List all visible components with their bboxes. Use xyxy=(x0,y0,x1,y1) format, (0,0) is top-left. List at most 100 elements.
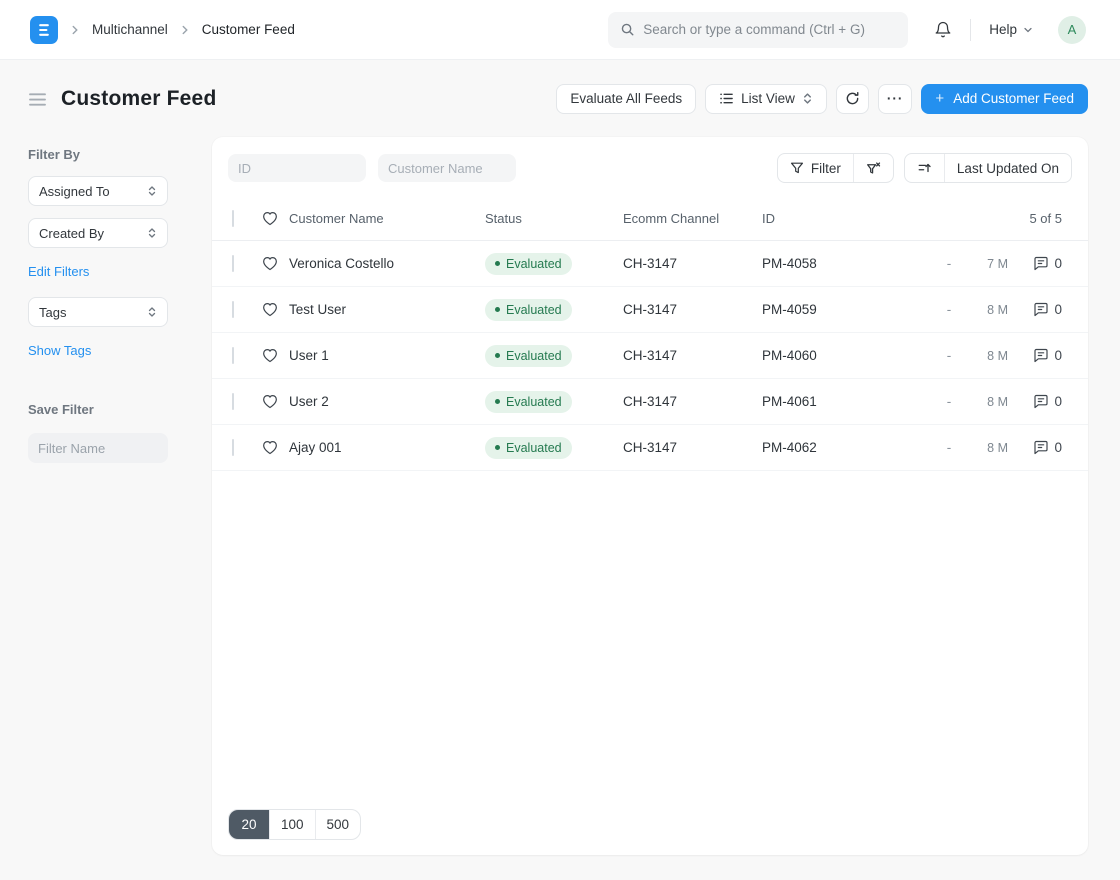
cell-customer-name[interactable]: Test User xyxy=(289,302,485,317)
row-checkbox[interactable] xyxy=(232,347,234,364)
funnel-icon xyxy=(790,162,803,174)
cell-customer-name[interactable]: User 2 xyxy=(289,394,485,409)
app-logo[interactable] xyxy=(30,15,58,44)
funnel-x-icon xyxy=(866,161,881,174)
assigned-to-select[interactable]: Assigned To xyxy=(28,176,168,206)
evaluate-all-feeds-button[interactable]: Evaluate All Feeds xyxy=(556,83,697,114)
cell-customer-name[interactable]: Ajay 001 xyxy=(289,440,485,455)
status-dot-icon xyxy=(495,261,500,266)
status-badge-label: Evaluated xyxy=(506,302,562,317)
row-checkbox[interactable] xyxy=(232,255,234,272)
cell-comments: 0 xyxy=(1030,440,1062,455)
notifications-bell-icon[interactable] xyxy=(934,21,952,39)
table-row[interactable]: Test User Evaluated CH-3147 PM-4059 - 8 … xyxy=(212,287,1088,333)
cell-id: PM-4062 xyxy=(762,440,817,455)
sort-field-button[interactable]: Last Updated On xyxy=(943,154,1071,182)
cell-id: PM-4060 xyxy=(762,348,817,363)
filter-name-input[interactable] xyxy=(28,433,168,463)
column-header-customer-name[interactable]: Customer Name xyxy=(289,211,485,226)
comment-icon xyxy=(1034,394,1049,409)
row-checkbox[interactable] xyxy=(232,393,234,410)
list-empty-space xyxy=(212,471,1088,809)
cell-customer-name[interactable]: Veronica Costello xyxy=(289,256,485,271)
table-row[interactable]: Ajay 001 Evaluated CH-3147 PM-4062 - 8 M… xyxy=(212,425,1088,471)
filter-by-label: Filter By xyxy=(28,147,81,162)
cell-ecomm-channel: CH-3147 xyxy=(623,256,678,271)
tags-label: Tags xyxy=(39,304,67,320)
sort-direction-button[interactable] xyxy=(905,154,944,182)
page-size-100[interactable]: 100 xyxy=(269,810,315,839)
status-dot-icon xyxy=(495,399,500,404)
global-search[interactable] xyxy=(608,11,909,48)
created-by-label: Created By xyxy=(39,225,105,241)
page-size-group: 20 100 500 xyxy=(228,809,362,840)
ellipsis-icon: ··· xyxy=(886,91,904,106)
cell-last-modified: 7 M xyxy=(987,256,1008,271)
sidebar-toggle-icon[interactable] xyxy=(28,90,47,107)
status-dot-icon xyxy=(495,307,500,312)
cell-customer-name[interactable]: User 1 xyxy=(289,348,485,363)
comment-count: 0 xyxy=(1054,302,1062,317)
clear-filter-button[interactable] xyxy=(852,154,893,182)
row-check-cell xyxy=(232,439,248,456)
cell-ecomm-channel: CH-3147 xyxy=(623,348,678,363)
sort-ascending-icon xyxy=(918,163,931,173)
cell-last-modified: 8 M xyxy=(987,394,1008,409)
column-header-id[interactable]: ID xyxy=(762,211,912,226)
help-label: Help xyxy=(989,22,1017,37)
chevron-up-down-icon xyxy=(148,186,156,196)
chevron-down-icon xyxy=(1024,27,1032,32)
chevron-up-down-icon xyxy=(148,307,156,317)
show-tags-link[interactable]: Show Tags xyxy=(28,343,91,358)
status-badge: Evaluated xyxy=(485,436,572,459)
table-row[interactable]: User 2 Evaluated CH-3147 PM-4061 - 8 M 0 xyxy=(212,379,1088,425)
cell-status: Evaluated xyxy=(485,344,623,367)
select-all-cell xyxy=(232,209,248,227)
tags-select[interactable]: Tags xyxy=(28,297,168,327)
cell-id: PM-4061 xyxy=(762,394,817,409)
navbar: Multichannel Customer Feed Help A xyxy=(0,0,1120,60)
status-badge-label: Evaluated xyxy=(506,440,562,455)
search-input[interactable] xyxy=(643,22,897,37)
view-switcher-button[interactable]: List View xyxy=(705,83,827,114)
created-by-select[interactable]: Created By xyxy=(28,218,168,248)
favourite-heart-icon[interactable] xyxy=(262,256,278,271)
cell-assignee-empty: - xyxy=(946,256,952,271)
erpnext-logo-icon xyxy=(39,23,49,36)
select-all-checkbox[interactable] xyxy=(232,209,234,227)
menu-ellipsis-button[interactable]: ··· xyxy=(877,83,913,114)
column-header-ecomm-channel[interactable]: Ecomm Channel xyxy=(623,211,762,226)
page-size-500[interactable]: 500 xyxy=(314,810,361,839)
filter-button-label: Filter xyxy=(810,160,841,176)
favourite-heart-icon[interactable] xyxy=(262,440,278,455)
table-row[interactable]: Veronica Costello Evaluated CH-3147 PM-4… xyxy=(212,241,1088,287)
save-filter-label: Save Filter xyxy=(28,402,94,417)
breadcrumb-multichannel[interactable]: Multichannel xyxy=(92,22,168,37)
status-badge: Evaluated xyxy=(485,252,572,275)
favourite-heart-icon[interactable] xyxy=(262,302,278,317)
favourite-heart-icon[interactable] xyxy=(262,394,278,409)
filter-button[interactable]: Filter xyxy=(778,154,853,182)
id-filter-input[interactable] xyxy=(228,154,366,182)
refresh-button[interactable] xyxy=(835,83,869,114)
edit-filters-link[interactable]: Edit Filters xyxy=(28,264,89,279)
help-menu[interactable]: Help xyxy=(989,22,1034,37)
row-checkbox[interactable] xyxy=(232,439,234,456)
plus-icon: + xyxy=(935,90,945,107)
refresh-icon xyxy=(846,91,859,105)
add-customer-feed-button[interactable]: + Add Customer Feed xyxy=(921,83,1088,114)
row-count: 5 of 5 xyxy=(1029,210,1062,226)
chevron-up-down-icon xyxy=(148,228,156,238)
customer-name-filter-input[interactable] xyxy=(378,154,516,182)
row-check-cell xyxy=(232,255,248,272)
breadcrumb-customer-feed[interactable]: Customer Feed xyxy=(202,22,295,37)
column-header-status[interactable]: Status xyxy=(485,211,623,226)
status-dot-icon xyxy=(495,353,500,358)
table-row[interactable]: User 1 Evaluated CH-3147 PM-4060 - 8 M 0 xyxy=(212,333,1088,379)
user-avatar[interactable]: A xyxy=(1058,15,1086,44)
list-view-icon xyxy=(720,93,733,104)
page-size-20[interactable]: 20 xyxy=(229,810,269,839)
favourite-heart-icon[interactable] xyxy=(262,348,278,363)
row-checkbox[interactable] xyxy=(232,301,234,318)
cell-assignee-empty: - xyxy=(946,394,952,409)
